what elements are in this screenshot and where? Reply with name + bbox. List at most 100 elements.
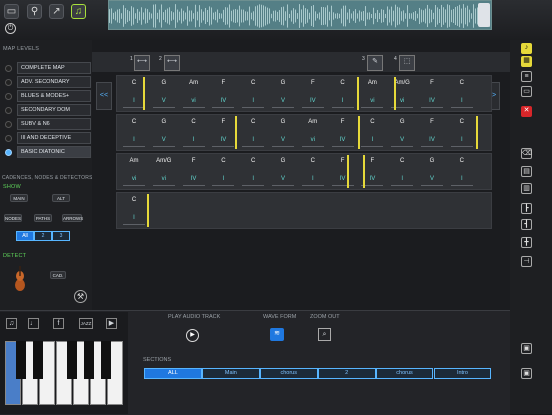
section-tab[interactable]: Intro [433, 368, 492, 379]
music-note-icon[interactable]: ♫ [6, 318, 17, 329]
piano-black-key[interactable] [84, 341, 94, 379]
guitar-icon[interactable]: ♩ [28, 318, 39, 329]
chord-cell[interactable]: CI [181, 116, 207, 150]
chord-cell[interactable]: CI [330, 77, 356, 111]
paths-toggle[interactable]: PATHS [34, 214, 52, 222]
measure-barline [363, 155, 365, 188]
chord-cell[interactable]: CI [210, 155, 236, 189]
chord-cell[interactable]: Am vi [181, 77, 207, 111]
video-icon[interactable]: ▶ [106, 318, 117, 329]
chord-cell[interactable]: CI [449, 77, 475, 111]
chord-cell[interactable]: F IV [300, 77, 326, 111]
chord-cell[interactable]: Am vi [359, 77, 385, 111]
rect-icon[interactable]: ▭ [521, 86, 532, 97]
wrench-icon[interactable]: ⚒ [74, 290, 87, 303]
merge-icon[interactable]: ⊣ [521, 256, 532, 267]
chord-cell[interactable]: CI [240, 155, 266, 189]
piano-black-key[interactable] [33, 341, 43, 379]
chord-cell[interactable]: CI [449, 116, 475, 150]
chord-cell[interactable]: Am/G vi [151, 155, 177, 189]
chord-cell[interactable]: CI [449, 155, 475, 189]
map-level-button[interactable]: BASIC DIATONIC [17, 146, 91, 158]
segment-all[interactable]: All [16, 231, 34, 241]
segment-2[interactable]: 2 [34, 231, 52, 241]
chord-cell[interactable]: F IV [330, 155, 356, 189]
layout-icon[interactable]: ▤ [521, 166, 532, 177]
chord-cell[interactable]: GV [419, 155, 445, 189]
chord-cell[interactable]: CI [359, 116, 385, 150]
delete-icon[interactable]: ✕ [521, 106, 532, 117]
section-tab[interactable]: chorus [375, 368, 434, 379]
section-icon-4[interactable]: ⬚ [399, 55, 415, 71]
piano-black-key[interactable] [67, 341, 77, 379]
map-level-button[interactable]: SUBV & N6 [17, 118, 91, 130]
folder-icon[interactable]: ▭ [4, 4, 19, 19]
waveform-scroll-handle[interactable] [478, 3, 490, 27]
map-level-button[interactable]: COMPLETE MAP [17, 62, 91, 74]
split-right-icon[interactable]: ┫ [521, 219, 532, 230]
pin-yellow-icon[interactable]: ♪ [521, 43, 532, 54]
map-level-button[interactable]: III AND DECEPTIVE [17, 132, 91, 144]
play-button[interactable]: ▶ [186, 329, 199, 342]
chord-cell[interactable]: CI [240, 77, 266, 111]
list-icon[interactable]: ≡ [521, 71, 532, 82]
share-icon[interactable]: ↗ [49, 4, 64, 19]
chord-cell[interactable]: CI [121, 194, 147, 228]
section-icon-2[interactable]: ⟷ [164, 55, 180, 71]
chord-cell[interactable]: GV [389, 116, 415, 150]
pin-icon[interactable]: ⚲ [27, 4, 42, 19]
chord-cell[interactable]: Am vi [121, 155, 147, 189]
chord-cell[interactable]: F IV [210, 77, 236, 111]
chord-cell[interactable]: GV [151, 77, 177, 111]
map-level-button[interactable]: SECONDARY DOM [17, 104, 91, 116]
section-tab[interactable]: Main [201, 368, 260, 379]
window-icon[interactable]: ▣ [521, 343, 532, 354]
chord-cell[interactable]: F IV [419, 116, 445, 150]
columns-icon[interactable]: ▥ [521, 183, 532, 194]
power-icon[interactable]: ⏻ [5, 23, 16, 34]
grid-yellow-icon[interactable]: ▦ [521, 56, 532, 67]
chord-cell[interactable]: GV [151, 116, 177, 150]
music-note-icon[interactable]: ♫ [71, 4, 86, 19]
chord-cell[interactable]: GV [270, 155, 296, 189]
chord-name: Am [129, 158, 139, 164]
trash-icon[interactable]: ⌫ [521, 148, 532, 159]
chord-cell[interactable]: F IV [419, 77, 445, 111]
zoom-out-icon[interactable]: ⌕ [318, 328, 331, 341]
fretboard-icon[interactable]: f [53, 318, 64, 329]
split-left-icon[interactable]: ┣ [521, 203, 532, 214]
chord-cell[interactable]: Am vi [300, 116, 326, 150]
chord-cell[interactable]: GV [270, 77, 296, 111]
waveform[interactable] [108, 0, 492, 30]
chord-cell[interactable]: F IV [181, 155, 207, 189]
cad-toggle[interactable]: CAD. [50, 271, 66, 279]
chord-cell[interactable]: CI [121, 116, 147, 150]
map-level-button[interactable]: ADV. SECONDARY [17, 76, 91, 88]
alt-toggle[interactable]: ALT [52, 194, 70, 202]
chord-cell[interactable]: F IV [330, 116, 356, 150]
main-toggle[interactable]: MAIN [10, 194, 28, 202]
nodes-toggle[interactable]: NODES [4, 214, 22, 222]
split-both-icon[interactable]: ╋ [521, 237, 532, 248]
piano-black-key[interactable] [101, 341, 111, 379]
chord-cell[interactable]: CI [389, 155, 415, 189]
arrows-toggle[interactable]: ARROWS [62, 214, 83, 222]
map-level-button[interactable]: BLUES & MODES+ [17, 90, 91, 102]
waveform-toggle-icon[interactable]: ≋ [270, 328, 284, 341]
violin-icon[interactable] [14, 266, 26, 292]
section-icon-3[interactable]: ✎ [367, 55, 383, 71]
window-alt-icon[interactable]: ▣ [521, 368, 532, 379]
section-tab[interactable]: 2 [317, 368, 376, 379]
prev-page-button[interactable]: << [96, 82, 112, 110]
piano-black-key[interactable] [16, 341, 26, 379]
chord-cell[interactable]: F IV [210, 116, 236, 150]
segment-3[interactable]: 3 [52, 231, 70, 241]
level-indicator [5, 65, 12, 72]
jazz-icon[interactable]: JAZZ [79, 318, 93, 329]
section-icon-1[interactable]: ⟷ [134, 55, 150, 71]
chord-cell[interactable]: CI [300, 155, 326, 189]
section-tab[interactable]: ALL [144, 368, 202, 379]
section-tab[interactable]: chorus [259, 368, 318, 379]
chord-cell[interactable]: CI [240, 116, 266, 150]
chord-cell[interactable]: GV [270, 116, 296, 150]
